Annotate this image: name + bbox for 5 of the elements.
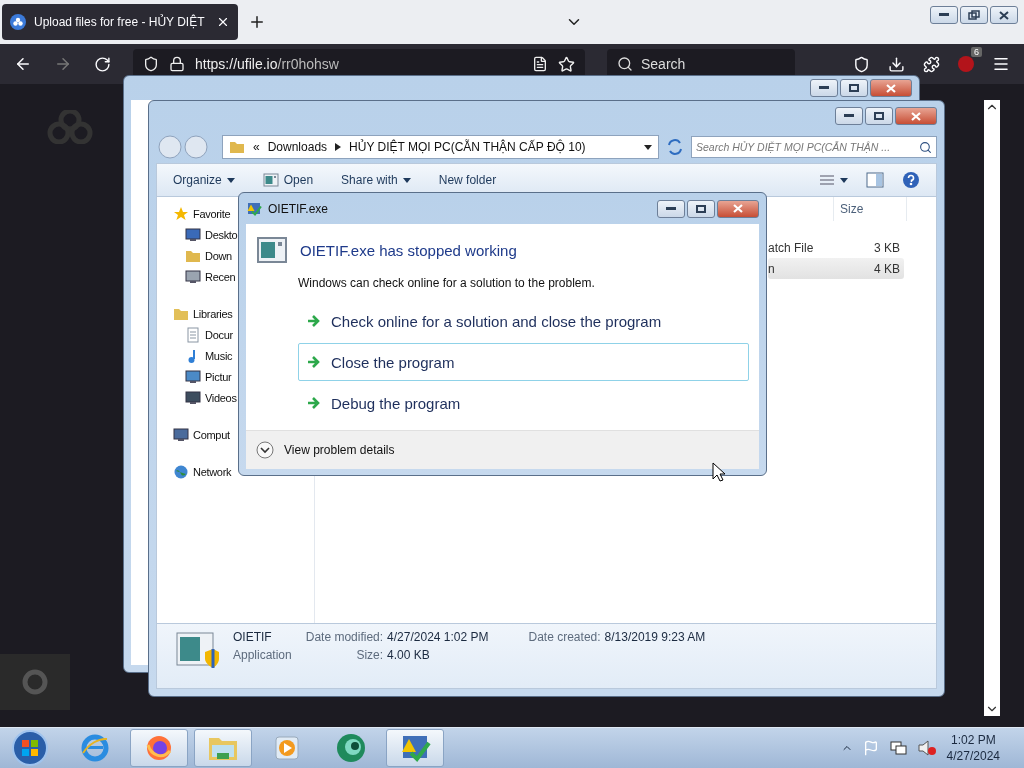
details-pane: OIETIF Application Date modified: 4/27/2024 1:02 PM Size: 4.00 KB Date created: 8/13/2019 9:23 AM xyxy=(156,624,937,689)
dialog-heading: OIETIF.exe has stopped working xyxy=(300,241,517,259)
window-title: OIETIF.exe xyxy=(268,201,329,216)
dialog-message: Windows can check online for a solution to the problem. xyxy=(297,275,596,290)
badge-count: 6 xyxy=(971,47,982,57)
